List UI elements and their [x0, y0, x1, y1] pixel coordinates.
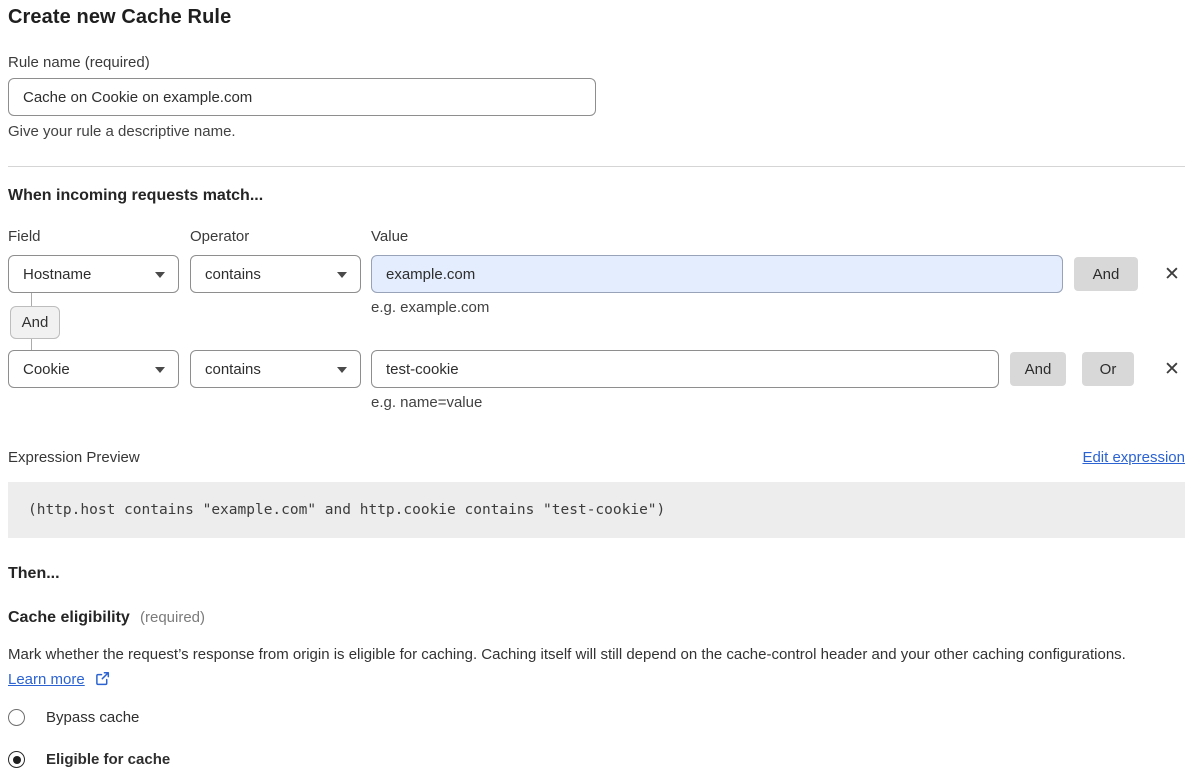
cache-eligibility-heading-row: Cache eligibility (required)	[8, 609, 205, 627]
required-note: (required)	[140, 609, 205, 626]
value-hint-row1: e.g. example.com	[371, 299, 489, 316]
operator-select-row1[interactable]: contains	[190, 255, 361, 293]
radio-eligible-for-cache[interactable]: Eligible for cache	[8, 751, 170, 768]
add-and-condition-row1-button[interactable]: And	[1074, 257, 1138, 291]
rule-name-input[interactable]	[8, 78, 596, 116]
section-divider	[8, 166, 1185, 167]
add-or-condition-row2-button[interactable]: Or	[1082, 352, 1134, 386]
condition-builder: Field Operator Value Hostname contains A…	[8, 228, 1185, 410]
field-select-row2[interactable]: Cookie	[8, 350, 179, 388]
radio-circle	[8, 751, 25, 768]
chevron-down-icon	[155, 272, 165, 278]
field-column-label: Field	[8, 228, 41, 245]
operator-select-row2[interactable]: contains	[190, 350, 361, 388]
chevron-down-icon	[337, 367, 347, 373]
connector-and-button[interactable]: And	[10, 306, 60, 339]
operator-column-label: Operator	[190, 228, 249, 245]
value-input-row2[interactable]	[371, 350, 999, 388]
radio-bypass-cache[interactable]: Bypass cache	[8, 709, 139, 726]
add-and-condition-row2-button[interactable]: And	[1010, 352, 1066, 386]
cache-eligibility-description: Mark whether the request’s response from…	[8, 642, 1168, 692]
value-hint-row2: e.g. name=value	[371, 394, 482, 411]
remove-condition-row1-button[interactable]: ✕	[1159, 257, 1185, 291]
edit-expression-link[interactable]: Edit expression	[1082, 449, 1185, 466]
expression-code: (http.host contains "example.com" and ht…	[28, 502, 665, 518]
cache-eligibility-heading: Cache eligibility	[8, 609, 130, 626]
radio-circle	[8, 709, 25, 726]
field-select-row2-value: Cookie	[23, 361, 70, 378]
radio-label: Bypass cache	[46, 709, 139, 726]
learn-more-link[interactable]: Learn more	[8, 671, 85, 688]
rule-name-label: Rule name (required)	[8, 54, 150, 71]
description-text: Mark whether the request’s response from…	[8, 646, 1126, 663]
external-link-icon	[95, 671, 110, 686]
radio-label: Eligible for cache	[46, 751, 170, 768]
expression-preview-label: Expression Preview	[8, 449, 140, 466]
value-column-label: Value	[371, 228, 408, 245]
chevron-down-icon	[337, 272, 347, 278]
chevron-down-icon	[155, 367, 165, 373]
operator-select-row1-value: contains	[205, 266, 261, 283]
field-select-row1-value: Hostname	[23, 266, 91, 283]
page-title: Create new Cache Rule	[8, 6, 231, 29]
operator-select-row2-value: contains	[205, 361, 261, 378]
match-heading: When incoming requests match...	[8, 187, 263, 205]
create-cache-rule-page: Create new Cache Rule Rule name (require…	[0, 0, 1200, 784]
field-select-row1[interactable]: Hostname	[8, 255, 179, 293]
expression-code-block: (http.host contains "example.com" and ht…	[8, 482, 1185, 538]
rule-name-help: Give your rule a descriptive name.	[8, 123, 236, 140]
remove-condition-row2-button[interactable]: ✕	[1159, 352, 1185, 386]
value-input-row1[interactable]	[371, 255, 1063, 293]
then-heading: Then...	[8, 565, 60, 583]
